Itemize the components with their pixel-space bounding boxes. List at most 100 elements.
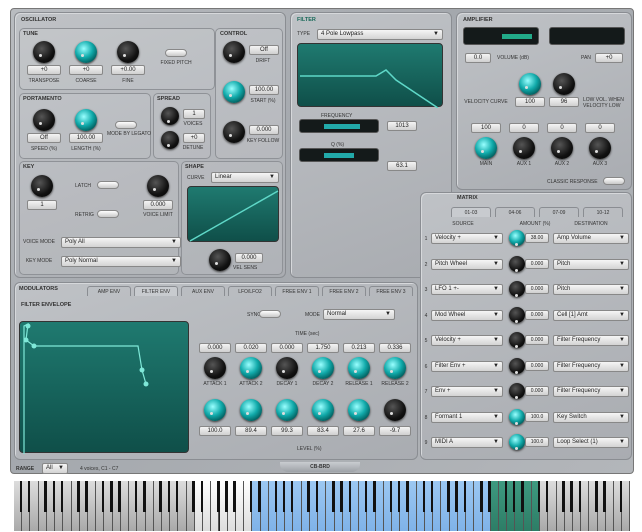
output-value[interactable]: 0 [547,123,577,133]
stage-level-value[interactable]: 89.4 [235,426,267,436]
modulator-tab[interactable]: AUX ENV [181,286,225,296]
key-mode-dropdown[interactable]: Poly Normal ▼ [61,256,181,267]
white-key[interactable] [622,481,630,531]
matrix-source-dropdown[interactable]: Velocity + ▼ [431,233,503,244]
white-key[interactable] [145,481,154,531]
output-value[interactable]: 0 [509,123,539,133]
curve-dropdown[interactable]: Linear ▼ [211,172,279,183]
fixed-pitch-toggle[interactable] [165,49,187,57]
stage-level-knob[interactable] [384,399,406,421]
white-key[interactable] [293,481,302,531]
stage-time-value[interactable]: 0.020 [235,343,267,353]
matrix-source-dropdown[interactable]: Formant 1 ▼ [431,411,503,423]
stage-time-value[interactable]: 0.336 [379,343,411,353]
control-knob[interactable] [223,81,245,103]
filter-type-dropdown[interactable]: 4 Pole Lowpass ▼ [317,29,443,40]
tune-knob[interactable] [117,41,139,63]
matrix-source-dropdown[interactable]: Velocity + ▼ [431,335,503,346]
matrix-source-dropdown[interactable]: Env + ▼ [431,386,503,397]
matrix-destination-dropdown[interactable]: Cell [1] Amt ▼ [553,309,629,321]
matrix-destination-dropdown[interactable]: Pitch ▼ [553,284,629,295]
keyboard[interactable] [14,481,630,531]
matrix-amount-knob[interactable] [509,230,525,246]
matrix-destination-dropdown[interactable]: Filter Frequency ▼ [553,360,629,372]
stage-time-knob[interactable] [240,357,262,379]
key-value[interactable]: 1 [27,200,57,210]
white-key[interactable] [433,481,442,531]
control-knob[interactable] [223,41,245,63]
white-key[interactable] [178,481,187,531]
matrix-tab[interactable]: 01-03 [451,207,491,217]
matrix-amount-knob[interactable] [509,332,525,348]
matrix-source-dropdown[interactable]: Pitch Wheel ▼ [431,258,503,270]
latch-toggle[interactable] [97,181,119,189]
matrix-source-dropdown[interactable]: LFO 1 +- ▼ [431,284,503,295]
stage-level-value[interactable]: 27.6 [343,426,375,436]
matrix-destination-dropdown[interactable]: Pitch ▼ [553,258,629,270]
velocity-value[interactable]: 100 [515,97,545,107]
output-knob[interactable] [589,137,611,159]
stage-level-knob[interactable] [348,399,370,421]
stage-level-value[interactable]: -9.7 [379,426,411,436]
stage-level-knob[interactable] [312,399,334,421]
matrix-amount-knob[interactable] [509,434,525,450]
matrix-destination-dropdown[interactable]: Filter Frequency ▼ [553,335,629,346]
stage-level-value[interactable]: 100.0 [199,426,231,436]
white-key[interactable] [408,481,417,531]
output-knob[interactable] [513,137,535,159]
white-key[interactable] [548,481,557,531]
modulator-tab[interactable]: AMP ENV [87,286,131,296]
range-dropdown[interactable]: All ▼ [42,463,68,474]
classic-response-toggle[interactable] [603,177,625,185]
matrix-tab[interactable]: 10-12 [583,207,623,217]
tune-knob[interactable] [75,41,97,63]
spread-value[interactable]: 1 [183,109,205,119]
matrix-amount-value[interactable]: 100.0 [525,437,549,447]
matrix-amount-value[interactable]: 0.000 [525,386,549,396]
key-knob[interactable] [31,175,53,197]
low-vol-value[interactable]: 96 [549,97,579,107]
white-key[interactable] [318,481,327,531]
velocity-knob[interactable] [519,73,541,95]
matrix-amount-value[interactable]: 38.00 [525,233,549,243]
output-knob[interactable] [551,137,573,159]
white-key[interactable] [466,481,475,531]
matrix-amount-value[interactable]: 0.000 [525,284,549,294]
portamento-value[interactable]: Off [27,133,61,143]
stage-time-value[interactable]: 1.750 [307,343,339,353]
matrix-amount-value[interactable]: 0.000 [525,360,549,371]
sync-toggle[interactable] [259,310,281,318]
retrig-toggle[interactable] [97,210,119,218]
control-value[interactable]: 100.00 [249,85,279,95]
modulator-tab[interactable]: FREE ENV 1 [275,286,319,296]
voice-limit-knob[interactable] [147,175,169,197]
center-tab[interactable]: CB-BRD [280,462,360,472]
matrix-amount-value[interactable]: 0.000 [525,335,549,345]
white-key[interactable] [87,481,97,531]
stage-level-value[interactable]: 83.4 [307,426,339,436]
tune-value[interactable]: +0 [69,65,103,75]
matrix-source-dropdown[interactable]: Mod Wheel ▼ [431,309,503,321]
stage-time-knob[interactable] [276,357,298,379]
modulator-tab[interactable]: FREE ENV 2 [322,286,366,296]
stage-level-knob[interactable] [204,399,226,421]
stage-level-knob[interactable] [276,399,298,421]
stage-time-knob[interactable] [348,357,370,379]
matrix-amount-knob[interactable] [509,281,525,297]
matrix-destination-dropdown[interactable]: Filter Frequency ▼ [553,386,629,397]
pan-value[interactable]: +0 [595,53,623,63]
matrix-amount-knob[interactable] [509,255,525,272]
tune-knob[interactable] [33,41,55,63]
portamento-knob[interactable] [75,109,97,131]
vel-sens-value[interactable]: 0.000 [235,253,263,263]
stage-time-knob[interactable] [312,357,334,379]
matrix-amount-knob[interactable] [509,383,525,399]
matrix-source-dropdown[interactable]: Filter Env + ▼ [431,360,503,372]
stage-time-value[interactable]: 0.213 [343,343,375,353]
low-vol-knob[interactable] [553,73,575,95]
white-key[interactable] [63,481,72,531]
volume-value[interactable]: 0.0 [465,53,491,63]
output-value[interactable]: 0 [585,123,615,133]
output-value[interactable]: 100 [471,123,501,133]
voice-mode-dropdown[interactable]: Poly All ▼ [61,237,181,248]
